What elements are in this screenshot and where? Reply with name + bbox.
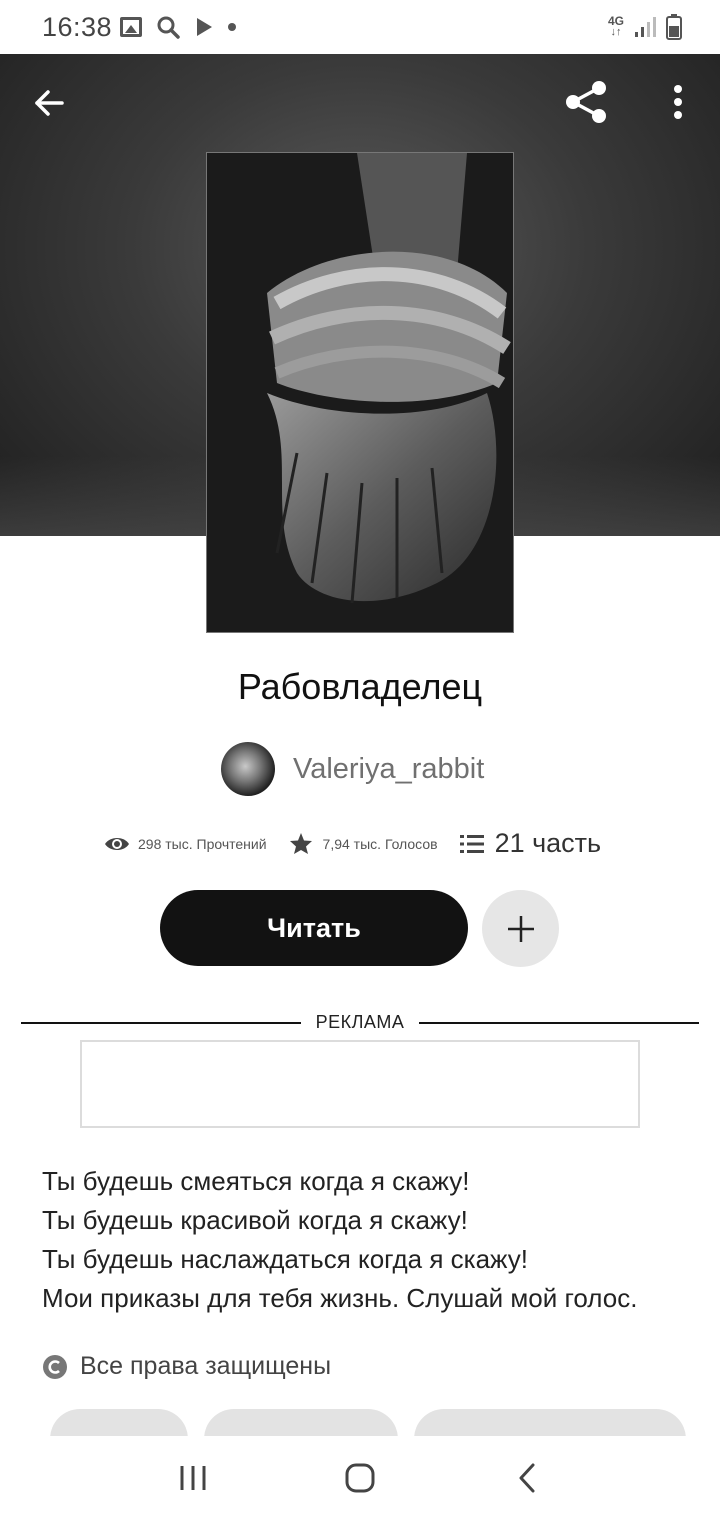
story-stats: 298 тыс. Прочтений 7,94 тыс. Голосов 21 …: [104, 828, 601, 859]
recents-icon: [180, 1466, 206, 1490]
nav-back-button[interactable]: [487, 1448, 567, 1508]
more-button[interactable]: [650, 74, 706, 130]
share-button[interactable]: [558, 74, 614, 130]
recents-button[interactable]: [153, 1448, 233, 1508]
copyright-row: Все права защищены: [42, 1352, 331, 1381]
list-icon: [459, 834, 484, 853]
ad-slot[interactable]: [80, 1040, 640, 1128]
ad-line-right: [419, 1022, 699, 1024]
tags-row: [50, 1409, 720, 1437]
status-icons-right: 4G ↓↑: [608, 14, 682, 40]
star-icon: [289, 833, 312, 854]
copyright-label: Все права защищены: [80, 1352, 332, 1380]
tag-chip[interactable]: [414, 1409, 686, 1437]
back-button[interactable]: [21, 75, 77, 131]
status-time: 16:38: [42, 12, 113, 42]
eye-icon: [105, 837, 129, 850]
description-line: Мои приказы для тебя жизнь. Слушай мой г…: [42, 1283, 638, 1313]
add-to-library-button[interactable]: [482, 890, 559, 967]
author-row[interactable]: Valeriya_rabbit: [221, 742, 484, 796]
story-title: Рабовладелец: [237, 666, 483, 707]
status-icons-left: [120, 15, 236, 39]
tag-chip[interactable]: [50, 1409, 188, 1437]
avatar[interactable]: [221, 742, 275, 796]
parts-count: 21 часть: [494, 828, 602, 858]
votes-stat: 7,94 тыс. Голосов: [289, 832, 438, 855]
story-cover[interactable]: [206, 152, 514, 633]
share-icon: [566, 81, 606, 123]
battery-icon: [666, 14, 682, 40]
ad-divider: РЕКЛАМА: [21, 1012, 699, 1034]
search-icon: [157, 16, 180, 39]
cover-image: [207, 153, 513, 632]
system-nav-bar: [0, 1436, 720, 1520]
votes-count: 7,94 тыс. Голосов: [322, 835, 438, 852]
reads-stat: 298 тыс. Прочтений: [104, 835, 267, 853]
status-bar: 16:38 4G ↓↑: [0, 0, 720, 54]
copyright-icon: [43, 1354, 67, 1379]
description-line: Ты будешь наслаждаться когда я скажу!: [42, 1244, 528, 1274]
tag-chip[interactable]: [204, 1409, 398, 1437]
story-description: Ты будешь смеяться когда я скажу! Ты буд…: [42, 1162, 692, 1318]
signal-icon: [635, 17, 656, 37]
description-line: Ты будешь смеяться когда я скажу!: [42, 1166, 470, 1196]
read-button[interactable]: Читать: [160, 890, 468, 966]
dot-icon: [228, 23, 236, 31]
home-icon: [345, 1463, 375, 1493]
arrow-left-icon: [35, 90, 64, 116]
reads-count: 298 тыс. Прочтений: [138, 835, 267, 852]
chevron-left-icon: [519, 1463, 535, 1493]
network-label: 4G ↓↑: [607, 14, 624, 38]
parts-stat: 21 часть: [459, 828, 602, 859]
author-name[interactable]: Valeriya_rabbit: [293, 753, 484, 786]
home-button[interactable]: [320, 1448, 400, 1508]
description-line: Ты будешь красивой когда я скажу!: [42, 1205, 468, 1235]
play-icon: [197, 18, 212, 36]
plus-icon: [507, 915, 534, 942]
more-vert-icon: [674, 85, 682, 119]
gallery-icon: [120, 17, 142, 37]
